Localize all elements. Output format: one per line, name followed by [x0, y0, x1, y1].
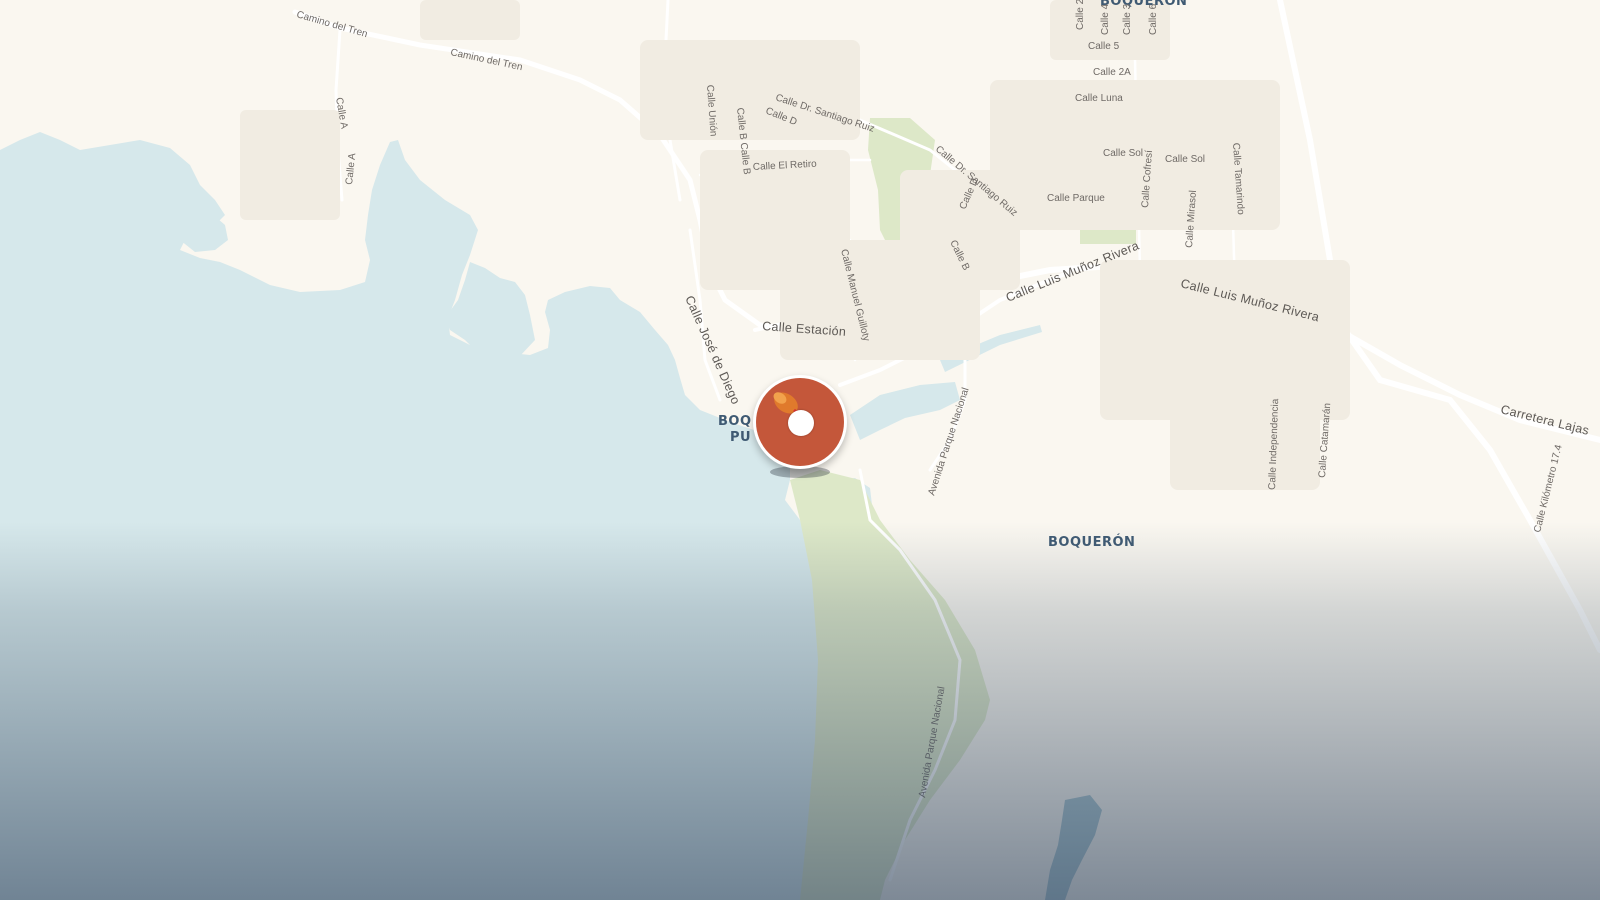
marker-center-dot [788, 410, 814, 436]
place-label-port-2: PU [730, 430, 751, 445]
place-label-port-1: BOQ [718, 414, 752, 429]
road-label: Calle 2A [1093, 67, 1131, 78]
road-label: Calle Sol [1103, 148, 1143, 159]
road-label: Calle 6 [1148, 3, 1159, 35]
road-label: Calle Parque [1047, 193, 1105, 204]
road-label: Calle Luna [1075, 93, 1123, 104]
road-label: Calle 2 [1075, 0, 1086, 30]
road-label: Calle Sol [1165, 154, 1205, 165]
place-label-boqueron-east: BOQUERÓN [1048, 534, 1135, 550]
place-label-boqueron-north: BOQUERÓN [1100, 0, 1187, 9]
map-canvas[interactable]: BOQUERÓN BOQUERÓN BOQ PU Camino del Tren… [0, 0, 1600, 900]
road-label: Calle 4 [1100, 3, 1111, 35]
road-label: Calle 5 [1088, 41, 1120, 52]
road-label: Calle 3 [1122, 3, 1133, 35]
